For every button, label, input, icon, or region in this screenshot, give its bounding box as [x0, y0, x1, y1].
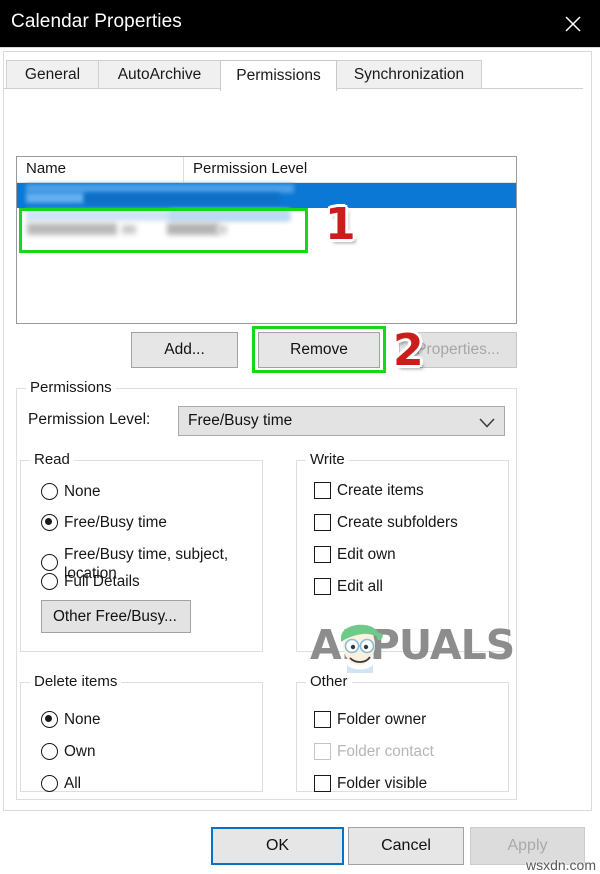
checkbox-label: Create items — [337, 482, 424, 499]
ok-button[interactable]: OK — [211, 827, 344, 865]
redacted-text — [26, 184, 294, 193]
write-group-legend: Write — [306, 451, 349, 468]
radio-delete-own[interactable]: Own — [41, 742, 95, 761]
calendar-properties-dialog: Calendar Properties General AutoArchive … — [0, 0, 600, 874]
other-group-legend: Other — [306, 673, 352, 690]
radio-read-free-busy-time[interactable]: Free/Busy time — [41, 513, 167, 532]
radio-label: All — [64, 775, 81, 792]
permission-list[interactable]: Name Permission Level — [16, 156, 517, 324]
checkbox-icon — [314, 578, 331, 595]
radio-icon — [41, 483, 58, 500]
checkbox-icon — [314, 711, 331, 728]
radio-label: Free/Busy time — [64, 514, 167, 531]
radio-icon — [41, 573, 58, 590]
permission-list-row-2[interactable] — [17, 208, 516, 249]
permission-level-value: Free/Busy time — [188, 412, 293, 429]
radio-icon — [41, 775, 58, 792]
read-group-legend: Read — [30, 451, 74, 468]
redacted-text — [217, 225, 227, 234]
radio-label: Own — [64, 743, 96, 760]
tab-general[interactable]: General — [6, 60, 99, 89]
checkbox-label: Folder owner — [337, 711, 427, 728]
window-title: Calendar Properties — [11, 11, 182, 32]
permission-level-dropdown[interactable]: Free/Busy time — [178, 406, 505, 436]
remove-button[interactable]: Remove — [258, 332, 380, 368]
radio-icon-checked — [41, 711, 58, 728]
redacted-text — [122, 225, 136, 234]
properties-button: Properties... — [399, 332, 517, 368]
checkbox-icon — [314, 775, 331, 792]
permission-list-header: Name Permission Level — [17, 157, 516, 183]
checkbox-create-items[interactable]: Create items — [314, 481, 424, 500]
tab-autoarchive[interactable]: AutoArchive — [98, 60, 221, 89]
add-button[interactable]: Add... — [131, 332, 238, 368]
redacted-text — [167, 223, 219, 235]
permission-level-label: Permission Level: — [28, 411, 151, 428]
checkbox-icon — [314, 546, 331, 563]
permissions-group-legend: Permissions — [26, 379, 116, 396]
checkbox-create-subfolders[interactable]: Create subfolders — [314, 513, 458, 532]
radio-label: Full Details — [64, 573, 140, 590]
checkbox-label: Create subfolders — [337, 514, 458, 531]
radio-label: None — [64, 711, 101, 728]
column-header-permission-level: Permission Level — [193, 160, 308, 177]
checkbox-label: Edit own — [337, 546, 396, 563]
radio-delete-all[interactable]: All — [41, 774, 81, 793]
apply-button: Apply — [470, 827, 585, 865]
radio-icon — [41, 554, 58, 571]
close-icon[interactable] — [546, 0, 600, 47]
checkbox-folder-contact: Folder contact — [314, 742, 434, 761]
redacted-text — [85, 193, 280, 203]
checkbox-icon — [314, 514, 331, 531]
checkbox-label: Folder contact — [337, 743, 434, 760]
checkbox-edit-all[interactable]: Edit all — [314, 577, 383, 596]
radio-icon — [41, 743, 58, 760]
radio-read-none[interactable]: None — [41, 482, 101, 501]
tab-strip: General AutoArchive Permissions Synchron… — [3, 60, 583, 91]
checkbox-folder-visible[interactable]: Folder visible — [314, 774, 427, 793]
radio-read-full-details[interactable]: Full Details — [41, 572, 140, 591]
other-free-busy-button[interactable]: Other Free/Busy... — [41, 600, 191, 633]
tab-permissions[interactable]: Permissions — [220, 60, 337, 91]
redacted-text — [169, 210, 289, 221]
delete-items-group-legend: Delete items — [30, 673, 122, 690]
redacted-text — [26, 193, 84, 203]
checkbox-label: Folder visible — [337, 775, 428, 792]
cancel-button[interactable]: Cancel — [348, 827, 464, 865]
tab-synchronization[interactable]: Synchronization — [336, 60, 482, 89]
radio-icon-checked — [41, 514, 58, 531]
checkbox-icon — [314, 482, 331, 499]
checkbox-icon-disabled — [314, 743, 331, 760]
column-header-name: Name — [26, 160, 67, 177]
radio-delete-none[interactable]: None — [41, 710, 101, 729]
title-bar: Calendar Properties — [0, 0, 600, 47]
dialog-body: General AutoArchive Permissions Synchron… — [0, 47, 600, 874]
radio-label: None — [64, 483, 101, 500]
permission-list-row-1[interactable] — [17, 183, 516, 208]
column-divider — [183, 157, 184, 183]
checkbox-folder-owner[interactable]: Folder owner — [314, 710, 426, 729]
checkbox-edit-own[interactable]: Edit own — [314, 545, 396, 564]
chevron-down-icon — [479, 416, 495, 434]
redacted-text — [27, 223, 117, 235]
checkbox-label: Edit all — [337, 578, 383, 595]
